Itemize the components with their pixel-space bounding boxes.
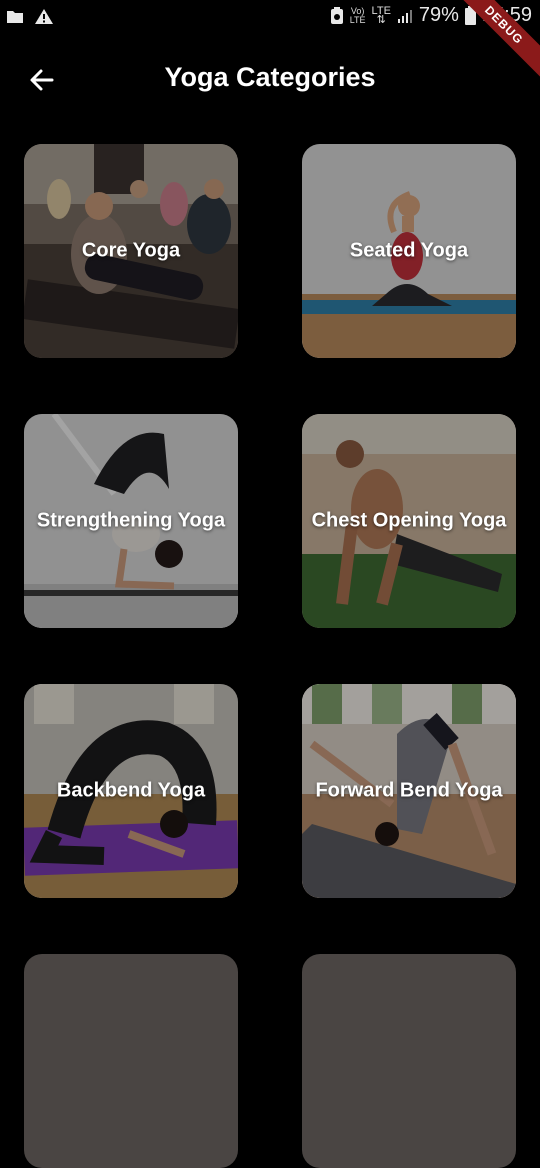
data-saver-icon (330, 6, 343, 24)
category-label: Chest Opening Yoga (311, 509, 507, 532)
category-label: Seated Yoga (349, 239, 469, 262)
network-indicator: Vo) LTE (349, 6, 366, 25)
category-card-forward-bend-yoga[interactable]: Forward Bend Yoga (302, 684, 516, 898)
signal-icon (397, 9, 412, 23)
category-label: Core Yoga (81, 239, 181, 262)
network-bottom-text: LTE (349, 14, 366, 25)
category-label: Strengthening Yoga (36, 509, 226, 532)
category-card-partial-left[interactable] (24, 954, 238, 1168)
page-title: Yoga Categories (164, 62, 376, 92)
warning-icon (35, 9, 53, 24)
category-label: Forward Bend Yoga (315, 779, 503, 802)
category-card-seated-yoga[interactable]: Seated Yoga (302, 144, 516, 358)
battery-percent: 79% (418, 4, 459, 26)
status-bar: Vo) LTE LTE ⇅ 79% 15:59 DEBUG (0, 0, 540, 83)
status-bar-left (6, 8, 54, 25)
category-label: Backbend Yoga (56, 779, 206, 802)
app-bar: Yoga Categories (0, 54, 540, 104)
category-card-core-yoga[interactable]: Core Yoga (24, 144, 238, 358)
category-card-partial-right[interactable] (302, 954, 516, 1168)
category-card-chest-opening-yoga[interactable]: Chest Opening Yoga (302, 414, 516, 628)
category-card-backbend-yoga[interactable]: Backbend Yoga (24, 684, 238, 898)
folder-icon (7, 11, 23, 23)
category-card-strengthening-yoga[interactable]: Strengthening Yoga (24, 414, 238, 628)
lte-indicator: LTE ⇅ (372, 5, 391, 26)
lte-arrows: ⇅ (376, 13, 386, 26)
